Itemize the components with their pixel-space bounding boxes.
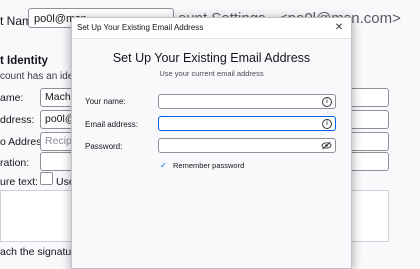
signature-label: ure text: <box>0 176 38 188</box>
section-title: t Identity <box>0 55 48 67</box>
dialog-titlebar: Set Up Your Existing Email Address ✕ <box>72 18 351 39</box>
close-icon[interactable]: ✕ <box>331 20 347 36</box>
checkmark-icon[interactable]: ✓ <box>160 162 168 170</box>
email-address-label: Email address: <box>85 120 138 129</box>
name-label: ame: <box>0 92 24 104</box>
dialog-title: Set Up Your Existing Email Address <box>77 23 204 32</box>
remember-password-label: Remember password <box>173 161 245 170</box>
your-name-input[interactable]: i <box>158 94 336 109</box>
password-input[interactable] <box>158 138 336 153</box>
info-icon: i <box>322 119 332 129</box>
dialog-heading: Set Up Your Existing Email Address <box>112 51 311 65</box>
password-label: Password: <box>85 142 123 151</box>
remember-password-row[interactable]: ✓ Remember password <box>160 161 244 170</box>
dialog-subheading: Use your current email address <box>159 69 264 78</box>
email-address-input[interactable]: i <box>158 116 336 131</box>
eye-slash-icon[interactable] <box>321 141 332 150</box>
organization-label: ration: <box>0 157 30 169</box>
setup-email-dialog: Set Up Your Existing Email Address ✕ Set… <box>71 17 352 269</box>
info-icon: i <box>322 97 332 107</box>
use-html-checkbox[interactable] <box>40 172 53 185</box>
your-name-label: Your name: <box>85 97 126 106</box>
email-label: ddress: <box>0 114 35 126</box>
